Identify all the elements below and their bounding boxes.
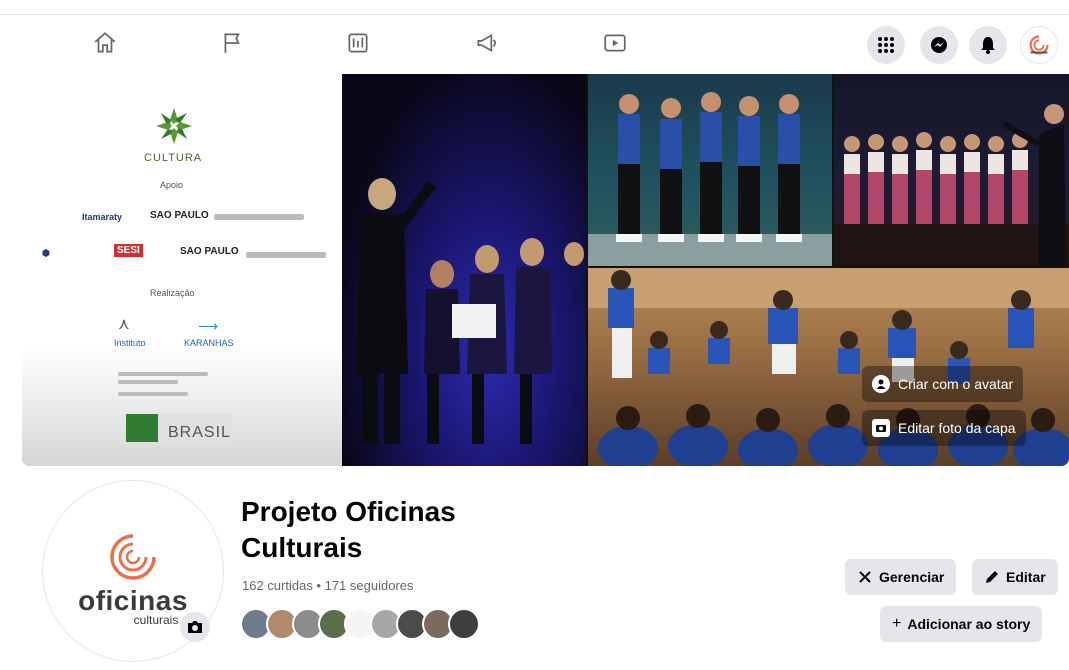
partner-logo: ⬢ [42, 248, 50, 258]
government-text: BRASIL [168, 424, 231, 441]
plus-icon: + [892, 615, 902, 632]
realizer-logo: Instituto [114, 338, 146, 348]
avatar[interactable] [1020, 26, 1058, 64]
small-text-line [118, 380, 178, 384]
partner-text-line [246, 252, 326, 258]
camera-icon[interactable] [180, 612, 210, 642]
divider [0, 14, 1069, 15]
menu-grid-icon[interactable] [867, 26, 905, 64]
sponsors-panel: CULTURA Apoio Itamaraty SAO PAULO ⬢ SESI… [22, 74, 342, 466]
page-stats[interactable]: 162 curtidas • 171 seguidores [242, 578, 414, 593]
partner-logo: SESI [114, 244, 143, 257]
edit-cover-button[interactable]: Editar foto da capa [862, 410, 1026, 446]
choir-photo [342, 74, 586, 466]
logo-wordmark: oficinas [78, 585, 188, 616]
pencil-icon [986, 571, 998, 583]
flag-icon[interactable] [218, 28, 248, 58]
home-icon[interactable] [90, 28, 120, 58]
realizer-logo: ⋏ [118, 316, 130, 333]
page-title: Projeto Oficinas Culturais [241, 496, 456, 563]
manage-icon [859, 571, 871, 583]
choir-silhouettes [356, 178, 584, 444]
friends-avatars[interactable] [240, 608, 480, 642]
partner-logo: Itamaraty [82, 212, 123, 222]
cultura-logo [156, 108, 192, 144]
edit-label: Editar [1006, 569, 1046, 585]
camera-icon [872, 419, 890, 437]
dance-photo [588, 74, 832, 266]
support-label: Apoio [160, 180, 184, 190]
realization-label: Realização [150, 288, 195, 298]
brand-text: CULTURA [144, 152, 203, 164]
top-navigation [0, 0, 1069, 72]
stage-children [834, 104, 1069, 266]
megaphone-icon[interactable] [472, 28, 502, 58]
small-text-line [118, 392, 188, 396]
friend-avatar[interactable] [448, 608, 480, 640]
add-story-button[interactable]: + Adicionar ao story [880, 606, 1043, 642]
messenger-icon[interactable] [920, 26, 958, 64]
small-text-line [118, 372, 208, 376]
partner-logo: SAO PAULO [150, 210, 209, 221]
create-avatar-button[interactable]: Criar com o avatar [862, 366, 1024, 402]
partner-logo: SAO PAULO [180, 246, 239, 257]
partner-text-line [214, 214, 304, 220]
create-avatar-label: Criar com o avatar [898, 376, 1014, 392]
realizer-logo: KARANHAS [184, 338, 234, 348]
news-icon[interactable] [343, 28, 373, 58]
edit-cover-label: Editar foto da capa [898, 420, 1016, 436]
logo-subtitle: culturais [133, 613, 179, 627]
manage-button[interactable]: Gerenciar [845, 559, 957, 595]
video-icon[interactable] [600, 28, 630, 58]
cover-photo[interactable]: CULTURA Apoio Itamaraty SAO PAULO ⬢ SESI… [22, 74, 1069, 466]
manage-label: Gerenciar [879, 569, 945, 585]
notifications-icon[interactable] [969, 26, 1007, 64]
add-story-label: Adicionar ao story [907, 616, 1031, 632]
stage-photo [834, 74, 1069, 266]
realizer-logo: ⟶ [198, 318, 219, 334]
avatar-icon [872, 375, 890, 393]
dancers [588, 92, 832, 266]
oficinas-logo-icon [110, 534, 156, 580]
edit-button[interactable]: Editar [972, 559, 1058, 595]
